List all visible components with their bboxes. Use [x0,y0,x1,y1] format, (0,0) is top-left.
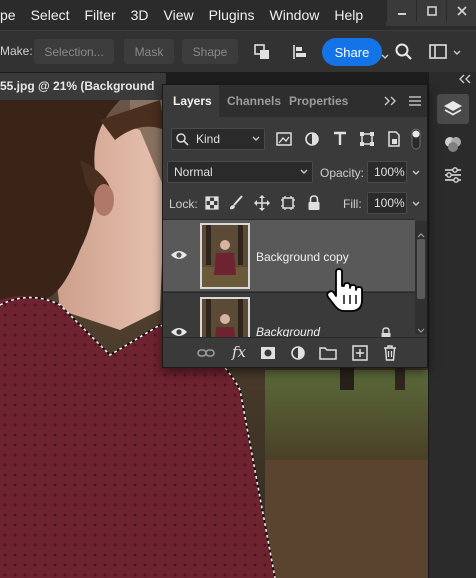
opacity-value: 100% [374,165,405,179]
lock-position-move-icon[interactable] [253,194,271,212]
blend-mode-select[interactable]: Normal [167,161,313,183]
window-controls [386,0,476,26]
tab-layers[interactable]: Layers [163,85,219,117]
menu-3d[interactable]: 3D [124,0,157,30]
blend-mode-label: Normal [174,165,213,179]
visibility-eye-icon[interactable] [169,324,189,337]
search-icon[interactable] [392,40,416,64]
layer-name: Background copy [256,250,349,264]
maximize-icon[interactable] [416,0,446,22]
layers-bottom-bar: fx [163,337,427,367]
menu-plugins[interactable]: Plugins [202,0,263,30]
blend-dropdown-icon [299,168,309,176]
minimize-icon[interactable] [386,0,416,22]
layer-thumbnail [200,223,250,289]
lock-paint-brush-icon[interactable] [227,194,245,212]
menu-window[interactable]: Window [263,0,328,30]
shape-filter-icon[interactable] [358,130,376,148]
link-layers-icon[interactable] [197,344,215,362]
lock-label: Lock: [169,197,198,211]
fill-label: Fill: [343,197,362,211]
layers-scrollbar[interactable] [415,221,427,334]
share-button[interactable]: Share [322,38,382,66]
mask-button[interactable]: Mask [124,39,174,64]
new-group-icon[interactable] [319,344,337,362]
opacity-dropdown-icon[interactable] [409,166,423,180]
tab-channels[interactable]: Channels [227,85,287,117]
collapse-dock-icon[interactable] [455,73,475,85]
type-filter-icon[interactable] [331,130,349,148]
add-mask-icon[interactable] [259,344,277,362]
expand-tabs-icon[interactable] [382,94,398,108]
hand-cursor-icon [322,268,368,314]
layer-lock-icon [379,327,393,337]
delete-layer-icon[interactable] [381,343,399,363]
filter-kind-label: Kind [196,132,221,146]
menu-view[interactable]: View [157,0,202,30]
shape-button[interactable]: Shape [182,39,238,64]
adjustment-filter-icon[interactable] [303,130,321,148]
fill-dropdown-icon[interactable] [409,197,423,211]
menu-help[interactable]: Help [327,0,371,30]
arrange-icon[interactable] [250,40,274,64]
layer-row-background[interactable]: Background [163,292,415,337]
close-icon[interactable] [446,0,476,22]
fill-value: 100% [374,196,405,210]
panel-tabs: Layers Channels Properties [163,85,427,117]
scroll-down-icon[interactable] [417,321,425,333]
lock-artboard-icon[interactable] [279,194,297,212]
layers-panel: Layers Channels Properties Kind Normal O… [162,84,428,368]
right-dock [428,72,476,578]
opacity-field[interactable]: 100% [367,161,407,183]
visibility-eye-icon[interactable] [169,247,189,263]
filter-search-icon [175,132,189,146]
document-tab[interactable]: 55.jpg @ 21% (Background [0,73,166,100]
align-icon[interactable] [288,40,312,64]
smart-object-filter-icon[interactable] [385,130,403,148]
lock-all-icon[interactable] [305,194,323,212]
channels-dock-icon[interactable] [437,130,469,158]
workspace-icon[interactable] [426,40,450,64]
properties-dock-icon[interactable] [437,162,469,188]
lock-row: Lock: Fill: 100% [163,189,427,217]
pixel-filter-icon[interactable] [275,130,293,148]
layers-dock-icon[interactable] [437,94,469,124]
opacity-label: Opacity: [320,166,365,180]
tab-properties[interactable]: Properties [289,85,355,117]
layer-name: Background [256,325,321,337]
new-layer-icon[interactable] [351,344,369,362]
fx-icon[interactable]: fx [229,342,249,362]
panel-menu-icon[interactable] [407,94,423,108]
filter-dropdown-icon [251,135,261,143]
filter-toggle-icon[interactable] [409,128,423,150]
lock-transparent-icon[interactable] [203,194,221,212]
filter-row: Kind [163,125,427,153]
make-label: Make: [0,44,33,58]
menu-filter[interactable]: Filter [78,0,124,30]
blend-row: Normal Opacity: 100% [163,158,427,186]
menu-type[interactable]: pe [0,0,24,30]
scroll-up-icon[interactable] [417,225,425,238]
share-dropdown-icon[interactable] [381,53,389,61]
menu-select[interactable]: Select [24,0,78,30]
selection-button[interactable]: Selection... [34,39,114,64]
menu-bar: pe Select Filter 3D View Plugins Window … [0,0,476,30]
fill-field[interactable]: 100% [367,192,407,214]
options-bar: Make: Selection... Mask Shape Share [0,30,476,72]
layer-row-background-copy[interactable]: Background copy [163,219,415,291]
new-adjustment-layer-icon[interactable] [289,344,307,362]
layer-thumbnail [200,297,250,337]
scroll-thumb[interactable] [417,239,425,299]
workspace-dropdown-icon[interactable] [452,49,462,57]
